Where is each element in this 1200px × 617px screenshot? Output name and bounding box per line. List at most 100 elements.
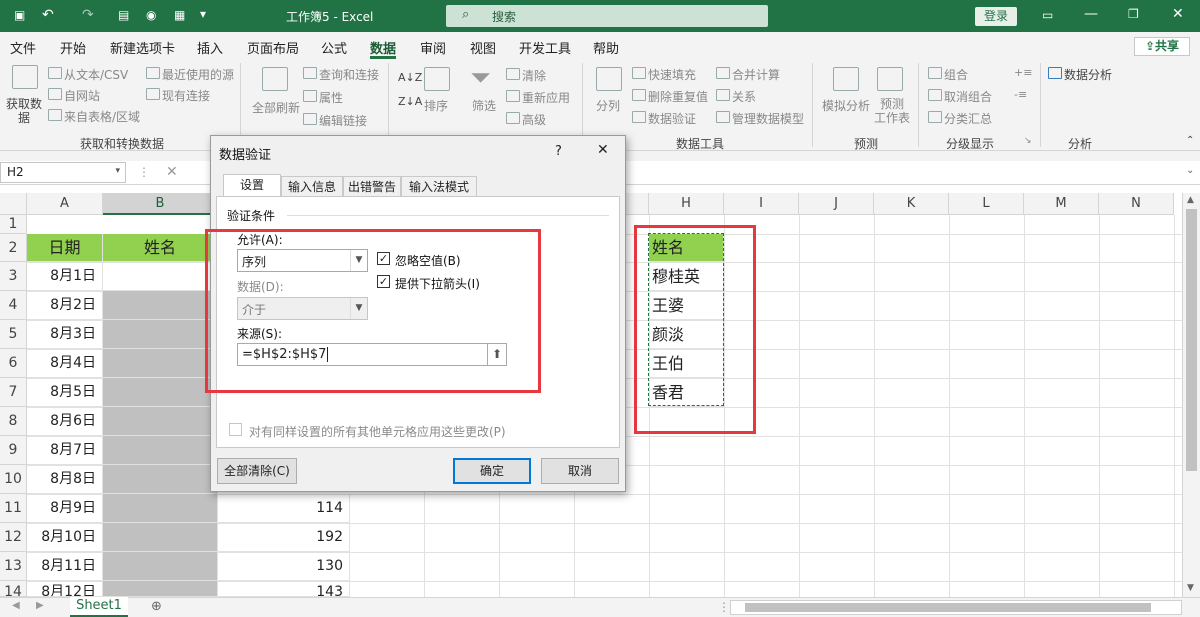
cell-a3[interactable]: 8月1日 <box>27 262 103 291</box>
column-header-j[interactable]: J <box>799 193 874 215</box>
cell-b6[interactable] <box>103 349 218 378</box>
sheet-tab-sheet1[interactable]: Sheet1 <box>70 597 128 617</box>
row-header-13[interactable]: 13 <box>0 552 27 581</box>
add-sheet-icon[interactable]: ⊕ <box>151 599 162 614</box>
cell-b3[interactable] <box>103 262 218 291</box>
dialog-close-icon[interactable]: ✕ <box>597 142 609 158</box>
cancel-entry-icon[interactable]: ✕ <box>166 164 178 180</box>
next-sheet-icon[interactable]: ▶ <box>36 600 44 611</box>
row-header-6[interactable]: 6 <box>0 349 27 378</box>
cell-b10[interactable] <box>103 465 218 494</box>
cell-a5[interactable]: 8月3日 <box>27 320 103 349</box>
menu-view[interactable]: 视图 <box>470 38 496 57</box>
recent-sources-button[interactable]: 最近使用的源 <box>162 66 234 83</box>
cell-a13[interactable]: 8月11日 <box>27 552 103 581</box>
vertical-scrollbar[interactable]: ▲ ▼ <box>1182 193 1200 597</box>
apply-all-checkbox[interactable] <box>229 423 242 436</box>
subtotal-button[interactable]: 分类汇总 <box>944 110 992 127</box>
share-button[interactable]: ⇪共享 <box>1134 37 1190 56</box>
cell-c13[interactable]: 130 <box>218 552 350 581</box>
cell-b4[interactable] <box>103 291 218 320</box>
row-header-11[interactable]: 11 <box>0 494 27 523</box>
horizontal-scroll-thumb[interactable] <box>745 603 1151 612</box>
menu-developer[interactable]: 开发工具 <box>519 38 571 57</box>
edit-links-button[interactable]: 编辑链接 <box>319 112 367 129</box>
name-box-dropdown-icon[interactable]: ▾ <box>115 166 120 176</box>
expand-formula-bar-icon[interactable]: ⌄ <box>1186 165 1194 176</box>
consolidate-button[interactable]: 合并计算 <box>732 66 780 83</box>
advanced-button[interactable]: 高级 <box>522 111 546 128</box>
column-header-a[interactable]: A <box>27 193 103 215</box>
queries-connections-button[interactable]: 查询和连接 <box>319 66 379 83</box>
menu-file[interactable]: 文件 <box>10 38 36 57</box>
flash-fill-button[interactable]: 快速填充 <box>648 66 696 83</box>
name-box[interactable]: H2 ▾ <box>0 162 126 183</box>
save-icon[interactable]: ▣ <box>14 8 25 22</box>
ok-button[interactable]: 确定 <box>453 458 531 484</box>
cell-a2-header[interactable]: 日期 <box>27 234 103 262</box>
cell-b2-header[interactable]: 姓名 <box>103 234 218 262</box>
prev-sheet-icon[interactable]: ◀ <box>12 600 20 611</box>
cell-b14[interactable] <box>103 581 218 597</box>
cell-a10[interactable]: 8月8日 <box>27 465 103 494</box>
column-header-m[interactable]: M <box>1024 193 1099 215</box>
row-header-5[interactable]: 5 <box>0 320 27 349</box>
tab-settings[interactable]: 设置 <box>223 174 281 197</box>
cell-c11[interactable]: 114 <box>218 494 350 523</box>
group-button[interactable]: 组合 <box>944 66 968 83</box>
select-all-corner[interactable] <box>0 193 27 215</box>
menu-data[interactable]: 数据 <box>370 38 396 57</box>
row-header-2[interactable]: 2 <box>0 234 27 262</box>
tab-ime-mode[interactable]: 输入法模式 <box>401 176 477 197</box>
tab-error-alert[interactable]: 出错警告 <box>343 176 401 197</box>
row-header-1[interactable]: 1 <box>0 215 27 234</box>
cell-b9[interactable] <box>103 436 218 465</box>
column-header-i[interactable]: I <box>724 193 799 215</box>
sort-za-icon[interactable]: Z↓A <box>398 95 422 108</box>
form-icon[interactable]: ▤ <box>118 8 129 22</box>
search-box[interactable]: ⌕ 搜索 <box>446 5 768 27</box>
cell-a4[interactable]: 8月2日 <box>27 291 103 320</box>
column-header-b[interactable]: B <box>103 193 218 215</box>
sort-button[interactable]: 排序 <box>424 97 448 114</box>
cell-c14[interactable]: 143 <box>218 581 350 597</box>
ribbon-display-icon[interactable]: ▭ <box>1042 8 1053 22</box>
menu-review[interactable]: 审阅 <box>420 38 446 57</box>
sort-az-icon[interactable]: A↓Z <box>398 71 422 84</box>
cell-b5[interactable] <box>103 320 218 349</box>
cell-a11[interactable]: 8月9日 <box>27 494 103 523</box>
menu-insert[interactable]: 插入 <box>197 38 223 57</box>
row-header-12[interactable]: 12 <box>0 523 27 552</box>
cell-a7[interactable]: 8月5日 <box>27 378 103 407</box>
redo-icon[interactable]: ↷ <box>82 7 94 23</box>
data-analysis-button[interactable]: 数据分析 <box>1064 66 1112 83</box>
text-to-columns-button[interactable]: 分列 <box>596 97 620 114</box>
column-header-h[interactable]: H <box>649 193 724 215</box>
existing-connections-button[interactable]: 现有连接 <box>162 87 210 104</box>
tab-input-message[interactable]: 输入信息 <box>281 176 343 197</box>
undo-icon[interactable]: ↶ <box>42 7 54 23</box>
cell-b11[interactable] <box>103 494 218 523</box>
dialog-help-icon[interactable]: ? <box>555 144 562 159</box>
row-header-3[interactable]: 3 <box>0 262 27 291</box>
cell-a9[interactable]: 8月7日 <box>27 436 103 465</box>
refresh-all-button[interactable]: 全部刷新 <box>252 99 300 116</box>
row-header-8[interactable]: 8 <box>0 407 27 436</box>
camera-icon[interactable]: ◉ <box>146 8 156 22</box>
login-button[interactable]: 登录 <box>975 7 1017 26</box>
menu-home[interactable]: 开始 <box>60 38 86 57</box>
collapse-ribbon-icon[interactable]: ⌃ <box>1186 135 1194 146</box>
menu-formulas[interactable]: 公式 <box>321 38 347 57</box>
customize-toolbar-icon[interactable]: ▾ <box>200 7 206 21</box>
cell-a8[interactable]: 8月6日 <box>27 407 103 436</box>
reapply-button[interactable]: 重新应用 <box>522 89 570 106</box>
hide-detail-icon[interactable]: -≡ <box>1014 88 1027 101</box>
row-header-4[interactable]: 4 <box>0 291 27 320</box>
row-header-7[interactable]: 7 <box>0 378 27 407</box>
cell-a14[interactable]: 8月12日 <box>27 581 103 597</box>
relationships-button[interactable]: 关系 <box>732 88 756 105</box>
vertical-scroll-thumb[interactable] <box>1186 209 1197 471</box>
cell-b7[interactable] <box>103 378 218 407</box>
row-header-10[interactable]: 10 <box>0 465 27 494</box>
properties-button[interactable]: 属性 <box>319 89 343 106</box>
